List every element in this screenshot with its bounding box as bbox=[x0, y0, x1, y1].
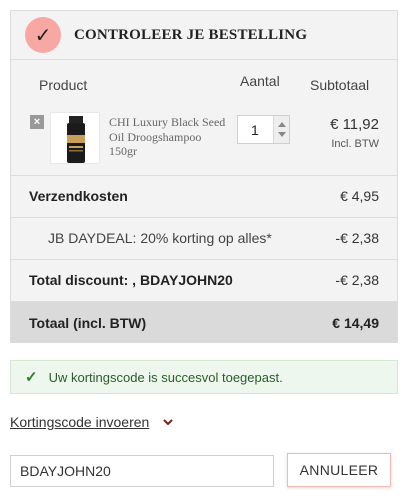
column-product: Product bbox=[39, 77, 88, 93]
checkmark-icon: ✓ bbox=[25, 17, 61, 53]
product-name-link[interactable]: CHI Luxury Black Seed Oil Droogshampoo 1… bbox=[109, 115, 229, 159]
quantity-spinner[interactable] bbox=[273, 116, 289, 143]
deal-value: -€ 2,38 bbox=[335, 230, 379, 246]
order-review-panel: ✓ CONTROLEER JE BESTELLING Product Aanta… bbox=[10, 10, 398, 343]
alert-message: Uw kortingscode is succesvol toegepast. bbox=[48, 369, 283, 385]
total-value: € 14,49 bbox=[332, 315, 379, 331]
page-title: CONTROLEER JE BESTELLING bbox=[74, 26, 308, 43]
quantity-stepper[interactable]: 1 bbox=[237, 115, 290, 144]
deal-row: JB DAYDEAL: 20% korting op alles* -€ 2,3… bbox=[11, 217, 397, 258]
shipping-value: € 4,95 bbox=[340, 188, 379, 204]
discount-row: Total discount: , BDAYJOHN20 -€ 2,38 bbox=[11, 259, 397, 300]
coupon-toggle[interactable]: Kortingscode invoeren bbox=[10, 414, 174, 430]
cancel-coupon-button[interactable]: ANNULEER bbox=[287, 453, 391, 487]
success-alert: ✓ Uw kortingscode is succesvol toegepast… bbox=[10, 360, 398, 394]
total-label: Totaal (incl. BTW) bbox=[29, 315, 147, 331]
item-subtotal: € 11,92 bbox=[330, 116, 379, 133]
column-quantity: Aantal bbox=[240, 73, 280, 89]
column-subtotal: Subtotaal bbox=[310, 77, 370, 93]
quantity-value[interactable]: 1 bbox=[251, 122, 259, 138]
increment-arrow-icon[interactable] bbox=[278, 122, 286, 127]
total-row: Totaal (incl. BTW) € 14,49 bbox=[11, 301, 397, 343]
table-header: Product Aantal Subtotaal bbox=[11, 73, 397, 97]
chevron-down-icon[interactable] bbox=[163, 417, 174, 427]
checkmark-icon: ✓ bbox=[25, 369, 38, 386]
coupon-toggle-link[interactable]: Kortingscode invoeren bbox=[10, 414, 149, 430]
shipping-label: Verzendkosten bbox=[29, 188, 128, 204]
product-thumbnail[interactable] bbox=[50, 112, 100, 164]
cart-item-row: × CHI Luxury Black Seed Oil Droogshampoo… bbox=[11, 112, 397, 174]
coupon-code-input[interactable] bbox=[10, 455, 274, 487]
shipping-row: Verzendkosten € 4,95 bbox=[11, 175, 397, 216]
discount-label: Total discount: , BDAYJOHN20 bbox=[29, 272, 233, 288]
order-review-header: ✓ CONTROLEER JE BESTELLING bbox=[11, 11, 397, 60]
discount-value: -€ 2,38 bbox=[335, 272, 379, 288]
decrement-arrow-icon[interactable] bbox=[278, 132, 286, 137]
remove-item-button[interactable]: × bbox=[30, 115, 44, 129]
deal-label: JB DAYDEAL: 20% korting op alles* bbox=[48, 230, 272, 246]
vat-note: Incl. BTW bbox=[331, 138, 379, 150]
